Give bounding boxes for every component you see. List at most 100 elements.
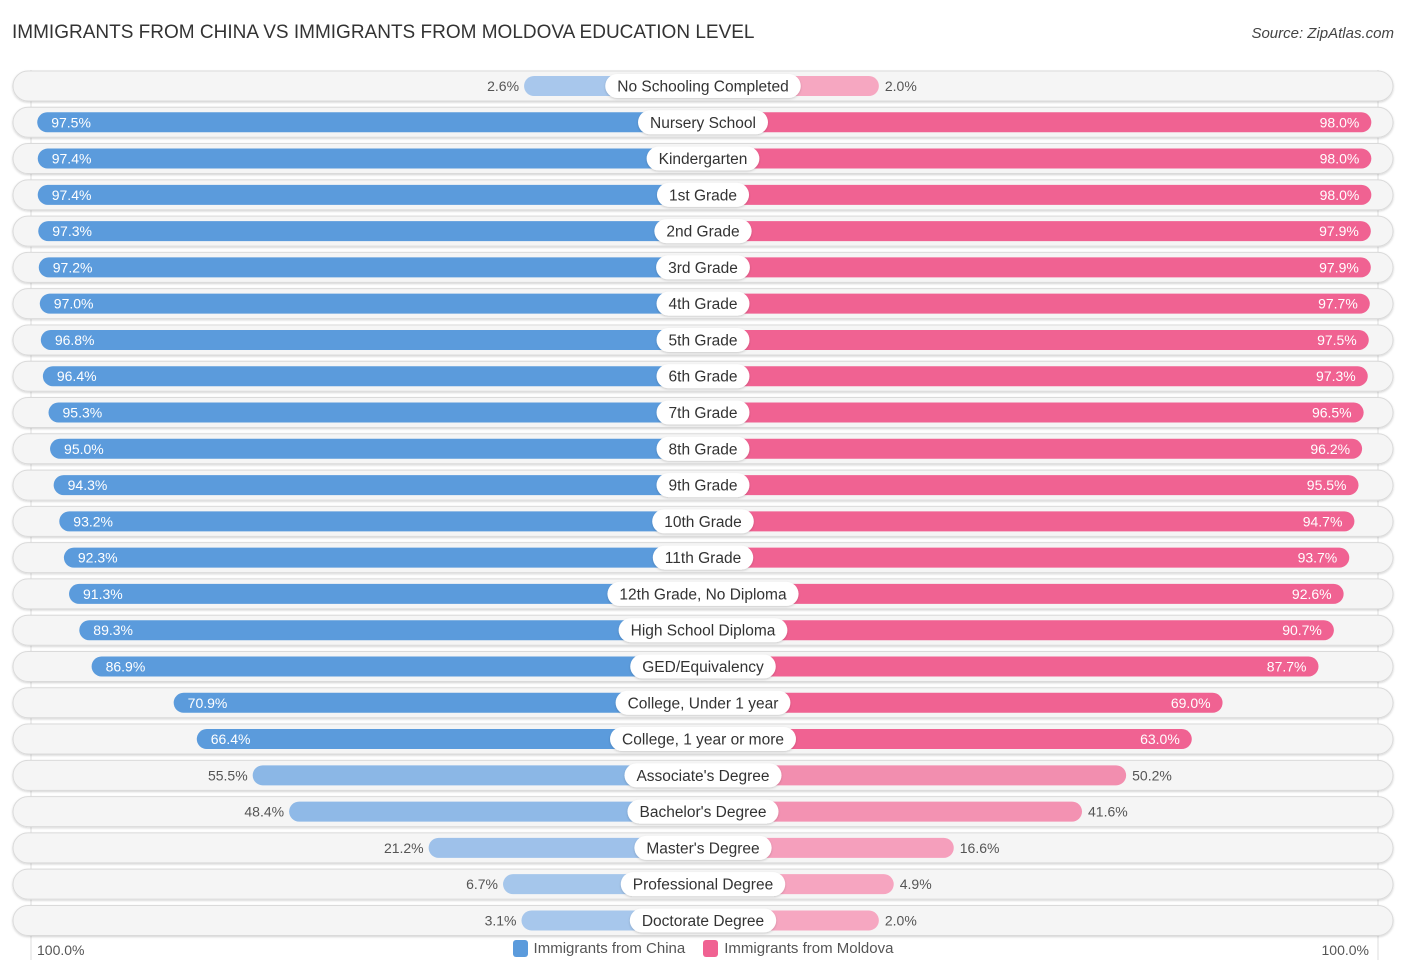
value-label-moldova: 16.6% bbox=[960, 840, 1000, 856]
value-label-china: 97.4% bbox=[52, 151, 92, 167]
bar-row[interactable]: 97.4% 98.0% Kindergarten bbox=[12, 143, 1394, 175]
category-label: 5th Grade bbox=[669, 332, 738, 349]
category-label: Master's Degree bbox=[646, 840, 759, 857]
value-label-moldova: 97.7% bbox=[1318, 296, 1358, 312]
bar-china bbox=[42, 366, 704, 387]
value-label-moldova: 94.7% bbox=[1303, 513, 1343, 529]
bar-row[interactable]: 48.4% 41.6% Bachelor's Degree bbox=[12, 796, 1394, 828]
bar-row[interactable]: 97.3% 97.9% 2nd Grade bbox=[12, 215, 1394, 247]
bar-row[interactable]: 97.5% 98.0% Nursery School bbox=[12, 106, 1394, 138]
bar-row[interactable]: 86.9% 87.7% GED/Equivalency bbox=[12, 650, 1394, 682]
bar-moldova bbox=[703, 547, 1350, 568]
bar-row[interactable]: 21.2% 16.6% Master's Degree bbox=[12, 832, 1394, 864]
value-label-moldova: 96.5% bbox=[1312, 405, 1352, 421]
category-label: Associate's Degree bbox=[636, 768, 769, 785]
bar-row[interactable]: 6.7% 4.9% Professional Degree bbox=[12, 868, 1394, 900]
category-label: Professional Degree bbox=[633, 877, 773, 894]
bar-china bbox=[59, 511, 704, 532]
bar-moldova bbox=[703, 511, 1355, 532]
value-label-moldova: 2.0% bbox=[885, 78, 917, 94]
bar-row[interactable]: 3.1% 2.0% Doctorate Degree bbox=[12, 904, 1394, 936]
value-label-china: 96.4% bbox=[57, 368, 97, 384]
legend-label-china: Immigrants from China bbox=[533, 940, 686, 957]
bar-row[interactable]: 97.2% 97.9% 3rd Grade bbox=[12, 251, 1394, 283]
value-label-china: 48.4% bbox=[244, 804, 284, 820]
category-label: College, Under 1 year bbox=[628, 695, 779, 712]
value-label-china: 95.3% bbox=[63, 405, 103, 421]
bar-moldova bbox=[703, 402, 1364, 423]
legend-item-china[interactable]: Immigrants from China bbox=[512, 940, 686, 957]
bar-moldova bbox=[703, 583, 1344, 604]
category-label: 10th Grade bbox=[664, 514, 742, 531]
bar-row[interactable]: 2.6% 2.0% No Schooling Completed bbox=[12, 70, 1394, 102]
bar-row[interactable]: 94.3% 95.5% 9th Grade bbox=[12, 469, 1394, 501]
value-label-china: 55.5% bbox=[208, 767, 248, 783]
bar-row[interactable]: 97.4% 98.0% 1st Grade bbox=[12, 179, 1394, 211]
bar-row[interactable]: 92.3% 93.7% 11th Grade bbox=[12, 542, 1394, 574]
value-label-moldova: 97.9% bbox=[1319, 223, 1359, 239]
value-label-china: 3.1% bbox=[485, 912, 517, 928]
legend-swatch-moldova bbox=[703, 940, 719, 957]
legend-swatch-china bbox=[512, 940, 528, 957]
value-label-moldova: 69.0% bbox=[1171, 695, 1211, 711]
bar-row[interactable]: 93.2% 94.7% 10th Grade bbox=[12, 505, 1394, 537]
legend-label-moldova: Immigrants from Moldova bbox=[724, 940, 894, 957]
bar-row[interactable]: 89.3% 90.7% High School Diploma bbox=[12, 614, 1394, 646]
bar-china bbox=[38, 257, 704, 278]
bar-china bbox=[37, 148, 704, 169]
bar-row[interactable]: 66.4% 63.0% College, 1 year or more bbox=[12, 723, 1394, 755]
bar-china bbox=[79, 620, 703, 641]
category-label: 12th Grade, No Diploma bbox=[619, 586, 787, 603]
value-label-moldova: 97.3% bbox=[1316, 368, 1356, 384]
bar-row[interactable]: 70.9% 69.0% College, Under 1 year bbox=[12, 687, 1394, 719]
category-label: 2nd Grade bbox=[666, 224, 739, 241]
bar-row[interactable]: 95.3% 96.5% 7th Grade bbox=[12, 397, 1394, 429]
value-label-china: 97.5% bbox=[51, 114, 91, 130]
bar-china bbox=[38, 221, 704, 242]
value-label-china: 97.4% bbox=[52, 187, 92, 203]
bar-moldova bbox=[703, 257, 1371, 278]
bar-row[interactable]: 96.4% 97.3% 6th Grade bbox=[12, 360, 1394, 392]
value-label-china: 97.2% bbox=[53, 259, 93, 275]
category-label: College, 1 year or more bbox=[622, 732, 784, 749]
bar-row[interactable]: 55.5% 50.2% Associate's Degree bbox=[12, 759, 1394, 791]
bar-china bbox=[63, 547, 703, 568]
bar-moldova bbox=[703, 148, 1372, 169]
category-label: 9th Grade bbox=[669, 478, 738, 495]
value-label-china: 86.9% bbox=[106, 658, 146, 674]
value-label-moldova: 97.9% bbox=[1319, 259, 1359, 275]
category-label: 8th Grade bbox=[669, 441, 738, 458]
bar-row[interactable]: 96.8% 97.5% 5th Grade bbox=[12, 324, 1394, 356]
chart-canvas: 2.6% 2.0% No Schooling Completed 97.5% 98.0%… bbox=[12, 70, 1394, 960]
value-label-moldova: 96.2% bbox=[1310, 441, 1350, 457]
category-label: High School Diploma bbox=[631, 623, 776, 640]
value-label-moldova: 93.7% bbox=[1298, 550, 1338, 566]
bar-china bbox=[91, 656, 703, 677]
value-label-moldova: 95.5% bbox=[1307, 477, 1347, 493]
bar-row[interactable]: 97.0% 97.7% 4th Grade bbox=[12, 288, 1394, 320]
bar-moldova bbox=[703, 438, 1363, 459]
value-label-china: 91.3% bbox=[83, 586, 123, 602]
value-label-china: 2.6% bbox=[487, 78, 519, 94]
value-label-moldova: 87.7% bbox=[1267, 658, 1307, 674]
bar-row[interactable]: 91.3% 92.6% 12th Grade, No Diploma bbox=[12, 578, 1394, 610]
value-label-moldova: 4.9% bbox=[900, 876, 932, 892]
bar-china bbox=[40, 329, 704, 350]
value-label-moldova: 97.5% bbox=[1317, 332, 1357, 348]
value-label-china: 95.0% bbox=[64, 441, 104, 457]
bar-moldova bbox=[703, 112, 1372, 133]
bar-china bbox=[53, 475, 704, 496]
category-label: GED/Equivalency bbox=[642, 659, 764, 676]
value-label-china: 94.3% bbox=[68, 477, 108, 493]
bar-moldova bbox=[703, 329, 1369, 350]
bar-moldova bbox=[703, 475, 1359, 496]
bar-china bbox=[39, 293, 704, 314]
legend-item-moldova[interactable]: Immigrants from Moldova bbox=[703, 940, 893, 957]
legend: Immigrants from China Immigrants from Mo… bbox=[0, 940, 1406, 957]
category-label: No Schooling Completed bbox=[617, 79, 788, 96]
bar-row[interactable]: 95.0% 96.2% 8th Grade bbox=[12, 433, 1394, 465]
value-label-moldova: 98.0% bbox=[1320, 114, 1360, 130]
value-label-moldova: 98.0% bbox=[1320, 187, 1360, 203]
value-label-china: 6.7% bbox=[466, 876, 498, 892]
bar-moldova bbox=[703, 620, 1334, 641]
